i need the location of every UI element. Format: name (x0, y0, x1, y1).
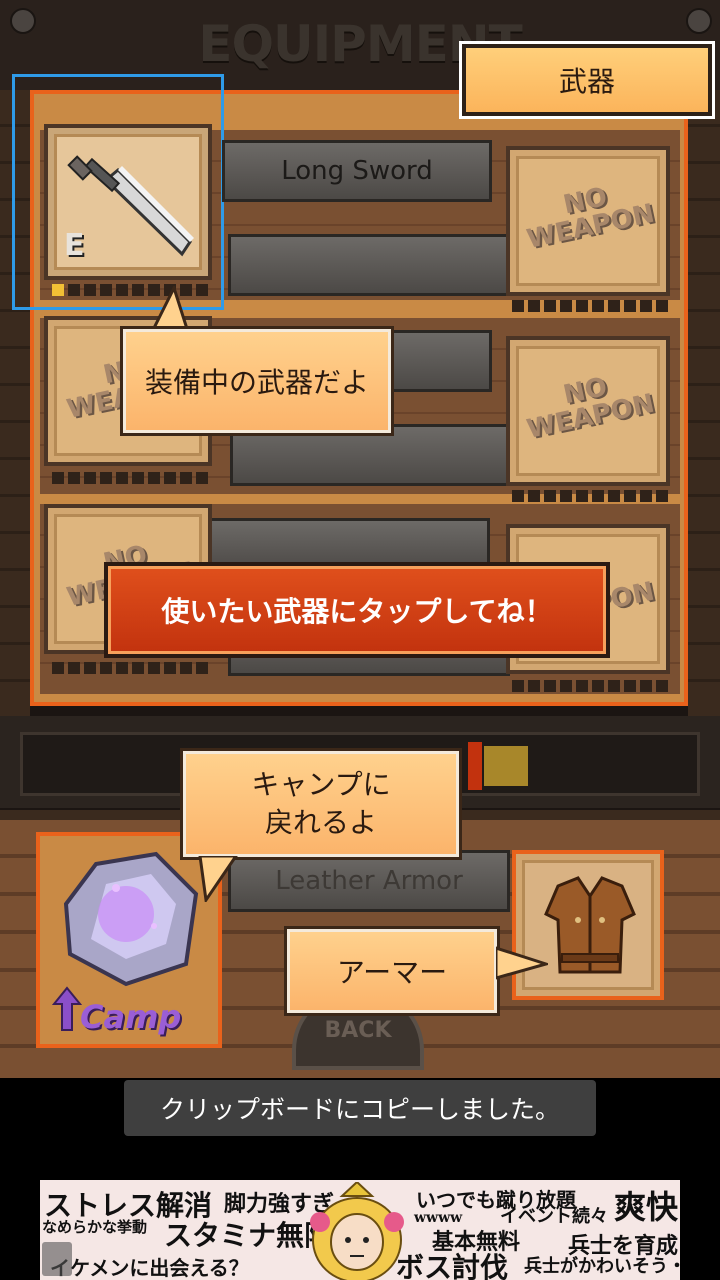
wood-frame-right (688, 90, 720, 716)
selection-highlight (12, 74, 224, 310)
tab-weapon[interactable]: 武器 (459, 41, 715, 119)
ad-text: 兵士がかわいそう・ (524, 1256, 680, 1277)
camp-crystal-icon (63, 851, 199, 987)
ad-text: なめらかな挙動 (42, 1218, 148, 1236)
upgrade-pips (512, 490, 668, 504)
back-button-label: BACK (324, 1017, 392, 1043)
camp-button[interactable]: Camp (36, 832, 222, 1048)
upgrade-pips (52, 662, 208, 676)
ad-character-image (310, 1182, 404, 1280)
tooltip-armor: アーマー (284, 926, 500, 1016)
instruction-banner: 使いたい武器にタップしてね！ (104, 562, 610, 658)
ad-banner[interactable]: ストレス解消 脚力強すぎ いつでも蹴り放題 爽快 なめらかな挙動 スタミナ無限 … (40, 1180, 680, 1280)
upgrade-pips (52, 472, 208, 486)
weapon-name: Long Sword (281, 156, 433, 186)
upgrade-pips (512, 680, 668, 694)
ad-text: ボス討伐 (396, 1251, 509, 1280)
bar-fill (484, 746, 528, 786)
weapon-slot-empty[interactable]: NOWEAPON (506, 336, 670, 486)
tooltip-back-to-camp: キャンプに 戻れるよ (180, 748, 462, 860)
weapon-name-plate-empty (228, 234, 510, 296)
bolt-icon (686, 8, 712, 34)
camp-label: Camp (80, 998, 182, 1036)
tooltip-pointer (496, 946, 548, 980)
ad-text: 爽快 (614, 1188, 679, 1226)
bolt-icon (10, 8, 36, 34)
toast-message: クリップボードにコピーしました。 (124, 1080, 596, 1136)
tooltip-equipped-weapon: 装備中の武器だよ (120, 326, 394, 436)
armor-name: Leather Armor (275, 866, 463, 896)
upgrade-pips (512, 300, 668, 314)
ad-text: イケメンに出会える？ (50, 1256, 249, 1280)
ad-info-icon[interactable] (42, 1242, 72, 1276)
arrow-up-icon (52, 986, 82, 1031)
leather-armor-icon (544, 876, 636, 974)
weapon-slot-empty[interactable]: NOWEAPON (506, 146, 670, 296)
tooltip-pointer (198, 856, 238, 902)
weapon-name-plate[interactable]: Long Sword (222, 140, 492, 202)
bar-marker (468, 742, 482, 790)
